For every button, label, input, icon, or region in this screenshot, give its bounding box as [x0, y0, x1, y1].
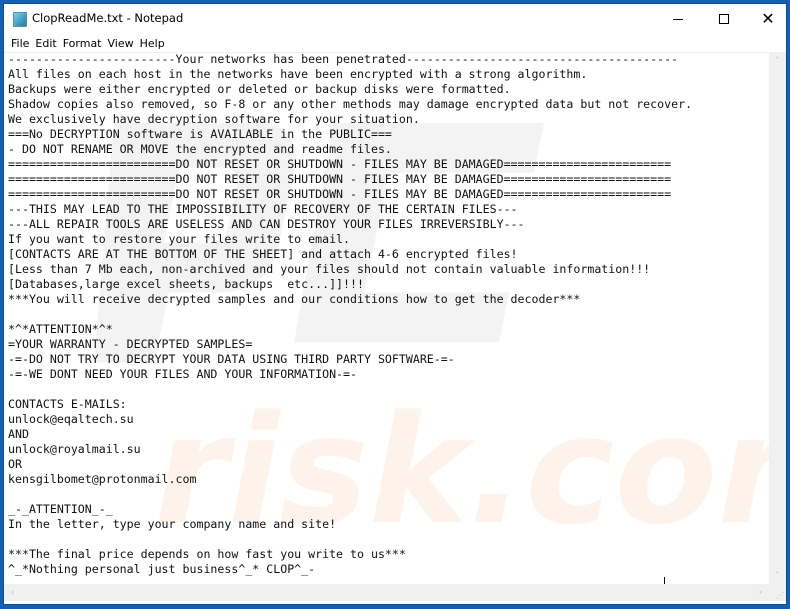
maximize-button[interactable]: [701, 4, 747, 34]
text-line: AND: [8, 427, 29, 441]
text-line: ========================DO NOT RESET OR …: [8, 157, 672, 171]
text-line: We exclusively have decryption software …: [8, 112, 420, 126]
text-line: ---THIS MAY LEAD TO THE IMPOSSIBILITY OF…: [8, 202, 518, 216]
document-text[interactable]: ------------------------Your networks ha…: [8, 52, 693, 584]
text-line: [8, 487, 692, 502]
text-caret: [664, 577, 666, 584]
text-line: ***The final price depends on how fast y…: [8, 547, 406, 561]
scroll-down-icon[interactable]: ˅: [769, 567, 786, 584]
scroll-left-icon[interactable]: ‹: [4, 584, 21, 601]
text-line: kensgilbomet@protonmail.com: [8, 472, 197, 486]
menu-view[interactable]: View: [105, 37, 137, 50]
minimize-button[interactable]: [655, 4, 701, 34]
text-line: - DO NOT RENAME OR MOVE the encrypted an…: [8, 142, 392, 156]
text-line: ***You will receive decrypted samples an…: [8, 292, 581, 306]
close-button[interactable]: ✕: [745, 4, 790, 34]
text-line: ========================DO NOT RESET OR …: [8, 172, 672, 186]
text-line: _-_ATTENTION_-_: [8, 502, 113, 516]
text-line: CONTACTS E-MAILS:: [8, 397, 127, 411]
resize-grip-icon[interactable]: ⋰: [769, 584, 786, 601]
menu-file[interactable]: File: [8, 37, 32, 50]
text-line: -=-WE DONT NEED YOUR FILES AND YOUR INFO…: [8, 367, 358, 381]
text-line: ===No DECRYPTION software is AVAILABLE i…: [8, 127, 392, 141]
text-line: ---ALL REPAIR TOOLS ARE USELESS AND CAN …: [8, 217, 525, 231]
text-line: Backups were either encrypted or deleted…: [8, 82, 511, 96]
text-line: [8, 307, 692, 322]
horizontal-scrollbar[interactable]: ‹ ›: [4, 584, 769, 601]
text-line: All files on each host in the networks h…: [8, 67, 588, 81]
text-line: Shadow copies also removed, so F-8 or an…: [8, 97, 693, 111]
menu-help[interactable]: Help: [137, 37, 168, 50]
text-line: -=-DO NOT TRY TO DECRYPT YOUR DATA USING…: [8, 352, 455, 366]
text-line: unlock@eqaltech.su: [8, 412, 134, 426]
notepad-window: ClopReadMe.txt - Notepad ✕ File Edit For…: [3, 3, 787, 605]
text-line: [Less than 7 Mb each, non-archived and y…: [8, 262, 651, 276]
menu-bar: File Edit Format View Help: [4, 34, 786, 52]
text-line: ^_*Nothing personal just business^_* CLO…: [8, 562, 316, 576]
notepad-icon: [13, 12, 27, 27]
text-line: In the letter, type your company name an…: [8, 517, 337, 531]
maximize-icon: [719, 14, 729, 24]
title-bar[interactable]: ClopReadMe.txt - Notepad ✕: [4, 4, 786, 34]
menu-edit[interactable]: Edit: [32, 37, 59, 50]
text-line: [8, 532, 692, 547]
menu-format[interactable]: Format: [60, 37, 105, 50]
text-line: *^*ATTENTION*^*: [8, 322, 113, 336]
scroll-right-icon[interactable]: ›: [752, 584, 769, 601]
minimize-icon: [673, 18, 683, 20]
text-line: If you want to restore your files write …: [8, 232, 351, 246]
scroll-up-icon[interactable]: ˄: [769, 52, 786, 69]
text-line: ----------------------------------------…: [8, 577, 692, 584]
text-editor[interactable]: risk.com ------------------------Your ne…: [4, 52, 769, 584]
text-line: ========================DO NOT RESET OR …: [8, 187, 672, 201]
text-line: [8, 382, 692, 397]
text-line: OR: [8, 457, 22, 471]
text-line: [Databases,large excel sheets, backups e…: [8, 277, 364, 291]
close-icon: ✕: [761, 9, 775, 28]
text-line: =YOUR WARRANTY - DECRYPTED SAMPLES=: [8, 337, 253, 351]
vertical-scrollbar[interactable]: ˄ ˅: [769, 52, 786, 584]
window-title: ClopReadMe.txt - Notepad: [32, 11, 184, 25]
text-line: [CONTACTS ARE AT THE BOTTOM OF THE SHEET…: [8, 247, 518, 261]
text-line: unlock@royalmail.su: [8, 442, 141, 456]
text-line: ------------------------Your networks ha…: [8, 52, 679, 66]
